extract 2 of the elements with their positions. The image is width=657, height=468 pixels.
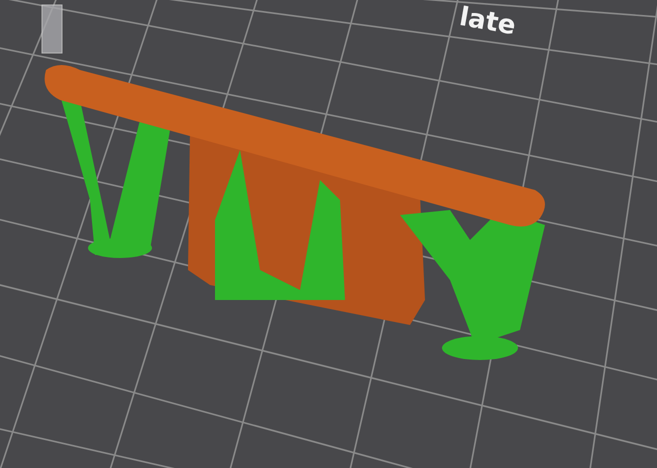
bed-label: late (457, 4, 518, 40)
tower-drawing (42, 4, 62, 54)
